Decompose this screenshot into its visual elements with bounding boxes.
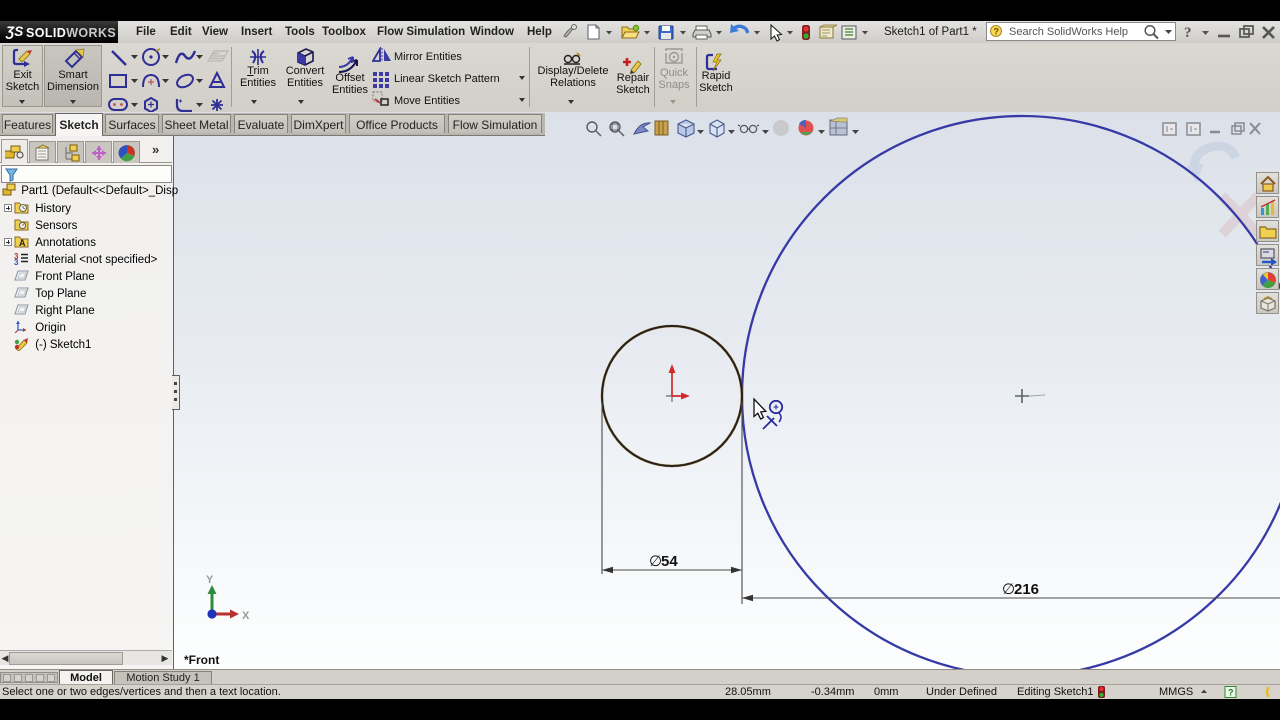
- svg-text:X: X: [242, 610, 250, 622]
- svg-text:Y: Y: [206, 574, 214, 586]
- svg-text:?: ?: [1184, 25, 1192, 41]
- svg-text:54: 54: [661, 553, 678, 570]
- svg-text:216: 216: [1014, 581, 1039, 598]
- svg-text:?: ?: [994, 27, 1000, 37]
- svg-text:3: 3: [14, 258, 19, 265]
- svg-text:?: ?: [1228, 688, 1234, 698]
- svg-text:*Front: *Front: [184, 653, 219, 667]
- svg-text:A: A: [19, 238, 26, 248]
